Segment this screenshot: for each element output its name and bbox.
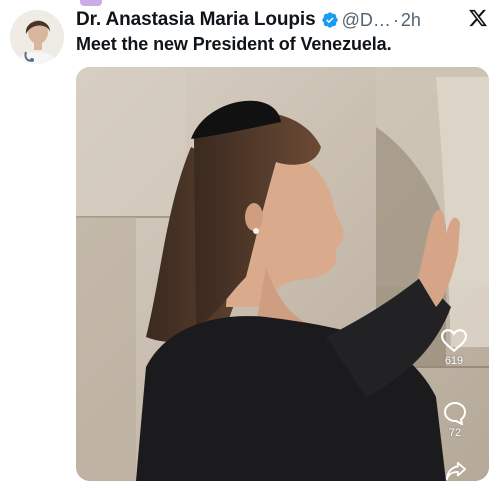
share-control[interactable] (445, 461, 467, 481)
comment-bubble-icon (443, 401, 467, 425)
heart-icon (441, 329, 467, 353)
share-icon (445, 461, 466, 481)
author-avatar[interactable] (10, 10, 64, 64)
photo-woman-at-stone-wall (76, 67, 489, 481)
timestamp[interactable]: 2h (401, 10, 421, 31)
comment-control[interactable]: 72 (443, 401, 467, 439)
like-count: 619 (444, 355, 464, 367)
tweet-header: Dr. Anastasia Maria Loupis @D… · 2h (76, 6, 490, 34)
like-control[interactable]: 619 (441, 329, 467, 367)
separator-dot: · (392, 9, 399, 30)
verified-badge-icon (321, 12, 338, 28)
comment-count: 72 (448, 427, 462, 439)
tweet-text: Meet the new President of Venezuela. (76, 34, 392, 54)
author-name[interactable]: Dr. Anastasia Maria Loupis (76, 9, 316, 31)
tweet-media-video[interactable]: 619 72 (76, 67, 489, 481)
x-logo-icon (469, 9, 488, 27)
author-handle[interactable]: @D… (342, 10, 391, 31)
